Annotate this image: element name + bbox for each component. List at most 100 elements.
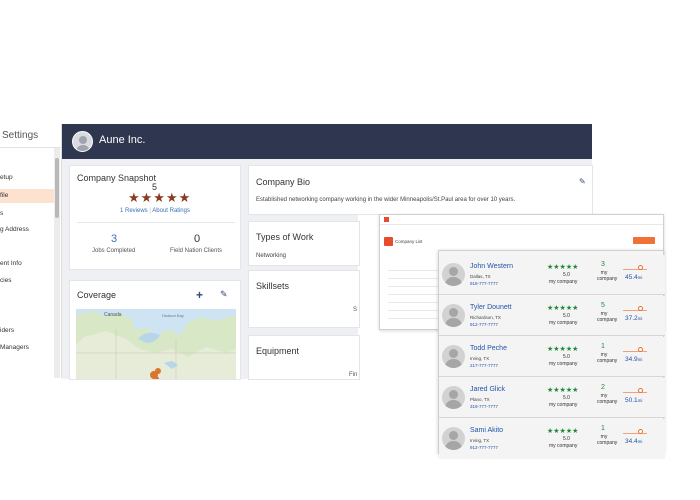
rating-scope-label: my company (549, 361, 578, 367)
company-list-icon (384, 237, 393, 246)
jobs-completed-label: Jobs Completed (92, 248, 136, 254)
company-list-title: Company List (395, 239, 423, 244)
distance-value: 34.9mi (625, 356, 643, 363)
add-icon[interactable]: + (196, 288, 203, 302)
coverage-map[interactable]: Canada Hudson Bay (76, 309, 236, 379)
map-label-hudson-bay: Hudson Bay (162, 313, 184, 318)
coverage-title: Coverage (77, 290, 117, 300)
reviews-link[interactable]: 1 Reviews (120, 208, 148, 214)
distance-value: 34.4mi (625, 438, 643, 445)
sidebar-item-payment-info[interactable]: ent Info (0, 260, 22, 267)
distance-line (623, 310, 647, 311)
scrollbar-thumb[interactable] (55, 158, 59, 218)
field-nation-clients-label: Field Nation Clients (170, 248, 223, 254)
company-bio-card: Company Bio ✎ Established networking com… (248, 165, 593, 215)
rating-score: 5.0 (563, 313, 570, 319)
equipment-card: Equipment Fin (248, 335, 360, 380)
list-item[interactable]: Sami Akito Irving, TX 912-777-7777 ★★★★★… (439, 419, 665, 459)
logo-icon (384, 217, 389, 222)
rating-score: 5.0 (563, 436, 570, 442)
star-rating-icon: ★★★★★ (547, 428, 579, 435)
technician-name[interactable]: John Western (470, 263, 513, 270)
link-separator: | (149, 208, 151, 214)
location-pin-icon (638, 388, 643, 393)
sidebar-item-setup[interactable]: etup (0, 174, 13, 181)
settings-sidebar: Settings etup file s g Address ent Info … (0, 124, 62, 378)
distance-value: 37.2mi (625, 315, 643, 322)
rating-stars-icon: ★★★★★ (128, 190, 192, 205)
avatar (442, 304, 465, 327)
technician-phone[interactable]: 912-777-7777 (470, 445, 498, 450)
technician-name[interactable]: Tyler Dounett (470, 304, 512, 311)
distance-value: 45.4mi (625, 274, 643, 281)
rating-scope-label: my company (549, 443, 578, 449)
rating-scope-label: my company (549, 402, 578, 408)
sidebar-title: Settings (0, 124, 61, 148)
list-item[interactable]: Tyler Dounett Richardson, TX 912-777-777… (439, 296, 665, 336)
avatar (442, 263, 465, 286)
sidebar-scrollbar[interactable] (54, 148, 60, 378)
distance-line (623, 392, 647, 393)
company-avatar (72, 131, 93, 152)
equipment-title: Equipment (256, 346, 300, 356)
sidebar-item-address[interactable]: g Address (0, 226, 29, 233)
bio-text: Established networking company working i… (256, 197, 516, 203)
distance-line (623, 351, 647, 352)
technician-location: Richardson, TX (470, 315, 501, 320)
edit-pencil-icon[interactable]: ✎ (220, 289, 228, 300)
star-rating-icon: ★★★★★ (547, 346, 579, 353)
technician-location: Dallas, TX (470, 274, 491, 279)
job-count-label: my company (597, 270, 618, 282)
distance-line (623, 433, 647, 434)
technician-location: Irving, TX (470, 438, 490, 443)
mini-action-button[interactable] (633, 237, 655, 244)
job-count: 1 (601, 343, 605, 350)
location-pin-icon (638, 265, 643, 270)
jobs-completed-value[interactable]: 3 (111, 233, 117, 245)
technician-phone[interactable]: 319-777-7777 (470, 404, 498, 409)
technician-location: Irving, TX (470, 356, 490, 361)
types-of-work-card: Types of Work Networking (248, 221, 360, 266)
sidebar-item-managers[interactable]: Managers (0, 344, 29, 351)
edit-pencil-icon[interactable]: ✎ (579, 177, 586, 186)
job-count: 2 (601, 384, 605, 391)
rating-score: 5.0 (563, 272, 570, 278)
sidebar-item-s[interactable]: s (0, 210, 3, 217)
snapshot-divider (77, 222, 235, 223)
avatar (442, 427, 465, 450)
types-of-work-value: Networking (256, 253, 287, 259)
sidebar-item-profile[interactable]: file (0, 189, 54, 203)
technician-name[interactable]: Sami Akito (470, 427, 503, 434)
technician-phone[interactable]: 217-777-7777 (470, 363, 498, 368)
list-item[interactable]: John Western Dallas, TX 918-777-7777 ★★★… (439, 255, 665, 295)
sidebar-item-providers[interactable]: iders (0, 327, 14, 334)
list-item[interactable]: Jared Glick Plano, TX 319-777-7777 ★★★★★… (439, 378, 665, 418)
types-of-work-title: Types of Work (256, 232, 314, 242)
list-item[interactable]: Todd Peche Irving, TX 217-777-7777 ★★★★★… (439, 337, 665, 377)
company-name: Aune Inc. (99, 134, 146, 146)
mini-nav-bar (380, 215, 663, 225)
location-pin-icon (638, 429, 643, 434)
technician-name[interactable]: Todd Peche (470, 345, 507, 352)
technician-list: John Western Dallas, TX 918-777-7777 ★★★… (438, 250, 665, 459)
rating-score: 5.0 (563, 395, 570, 401)
equipment-text-fragment: Fin (349, 372, 358, 378)
location-pin-icon (638, 347, 643, 352)
distance-line (623, 269, 647, 270)
technician-phone[interactable]: 918-777-7777 (470, 281, 498, 286)
location-pin-icon (638, 306, 643, 311)
skillsets-text-fragment: S (353, 307, 358, 313)
sidebar-item-policies[interactable]: cies (0, 277, 12, 284)
technician-phone[interactable]: 912-777-7777 (470, 322, 498, 327)
rating-links: 1 Reviews | About Ratings (120, 208, 190, 214)
coverage-card: Coverage + ✎ Canada Hudson Bay (69, 280, 241, 380)
job-count-label: my company (597, 393, 618, 405)
company-header: Aune Inc. (62, 124, 592, 159)
map-label-canada: Canada (104, 312, 122, 318)
rating-score: 5.0 (563, 354, 570, 360)
bio-title: Company Bio (256, 177, 311, 187)
about-ratings-link[interactable]: About Ratings (152, 208, 190, 214)
technician-name[interactable]: Jared Glick (470, 386, 505, 393)
snapshot-title: Company Snapshot (77, 173, 157, 183)
technician-location: Plano, TX (470, 397, 490, 402)
